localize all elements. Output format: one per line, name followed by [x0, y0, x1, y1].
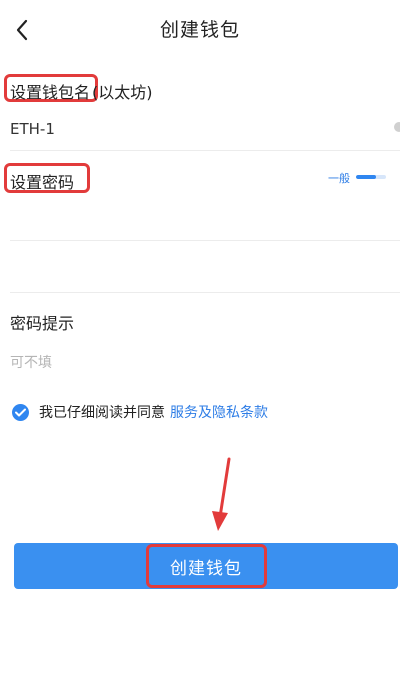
annotation-arrow-icon	[212, 457, 231, 531]
password-hint-input[interactable]: 可不填	[10, 352, 52, 372]
divider	[10, 292, 400, 293]
highlight-box-create-button	[146, 544, 267, 588]
wallet-name-label: 设置钱包名 (以太坊)	[10, 79, 153, 103]
agreement-text: 我已仔细阅读并同意	[39, 405, 165, 421]
password-strength-bar	[356, 175, 386, 179]
wallet-name-input[interactable]: ETH-1	[10, 120, 55, 138]
divider	[10, 150, 400, 151]
checkmark-icon	[15, 408, 26, 416]
password-input[interactable]	[10, 196, 400, 238]
wallet-name-label-text: 设置钱包名	[10, 83, 91, 102]
agreement-row: 我已仔细阅读并同意 服务及隐私条款	[12, 402, 268, 422]
password-confirm-input[interactable]	[10, 244, 400, 290]
password-label: 设置密码	[10, 173, 75, 192]
password-strength-label: 一般	[328, 172, 350, 185]
wallet-name-network-suffix: (以太坊)	[92, 83, 153, 102]
terms-link[interactable]: 服务及隐私条款	[170, 402, 268, 422]
clear-input-icon[interactable]	[394, 122, 400, 132]
divider	[10, 240, 400, 241]
agreement-checkbox[interactable]	[12, 403, 29, 421]
page-title: 创建钱包	[159, 19, 240, 41]
password-hint-label: 密码提示	[10, 314, 75, 333]
header-bar: 创建钱包	[0, 0, 400, 62]
password-strength-fill	[356, 175, 376, 179]
